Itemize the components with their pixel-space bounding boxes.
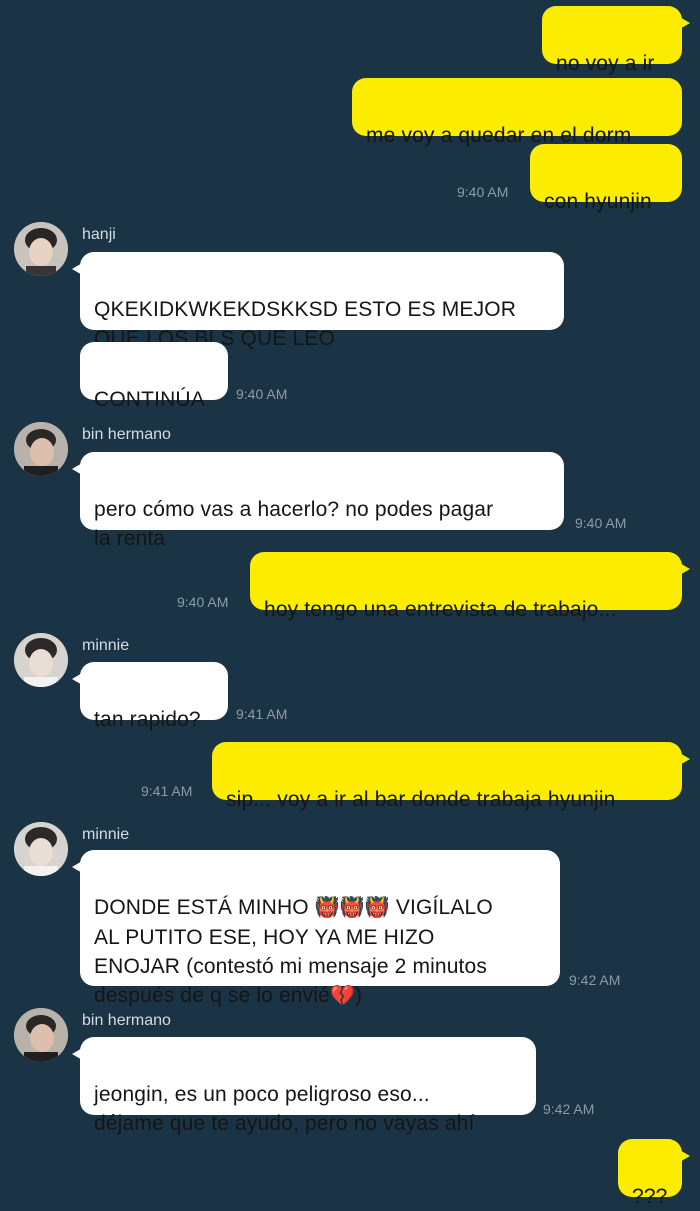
message-timestamp: 9:42 AM: [543, 1101, 595, 1117]
incoming-message[interactable]: tan rapido?: [72, 662, 228, 731]
chat-log: no voy a ir me voy a quedar en el dorm c…: [0, 0, 700, 1208]
avatar[interactable]: [14, 422, 68, 476]
message-timestamp: 9:40 AM: [177, 594, 229, 610]
message-text: sip... voy a ir al bar donde trabaja hyu…: [226, 788, 616, 811]
avatar[interactable]: [14, 222, 68, 276]
incoming-message[interactable]: QKEKIDKWKEKDSKKSD ESTO ES MEJOR QUE LOS …: [72, 252, 564, 350]
message-timestamp: 9:40 AM: [236, 386, 288, 402]
outgoing-message[interactable]: no voy a ir: [542, 6, 690, 75]
avatar-icon: [14, 222, 68, 276]
incoming-message[interactable]: jeongin, es un poco peligroso eso... déj…: [72, 1037, 536, 1135]
message-timestamp: 9:42 AM: [569, 972, 621, 988]
message-text: hoy tengo una entrevista de trabajo...: [264, 598, 617, 621]
ogre-emoji-icon: 👹👹👹: [314, 897, 390, 919]
message-text: DONDE ESTÁ MINHO: [94, 896, 315, 919]
incoming-message[interactable]: CONTINÚA: [80, 342, 228, 411]
incoming-message[interactable]: DONDE ESTÁ MINHO 👹👹👹 VIGÍLALO AL PUTITO …: [72, 850, 560, 1007]
message-text: jeongin, es un poco peligroso eso... déj…: [94, 1083, 475, 1135]
avatar-icon: [14, 422, 68, 476]
avatar-icon: [14, 1008, 68, 1062]
sender-name: hanji: [82, 226, 116, 243]
sender-name: bin hermano: [82, 426, 171, 443]
message-text: no voy a ir: [556, 52, 655, 75]
message-text: CONTINÚA: [94, 388, 205, 411]
avatar[interactable]: [14, 822, 68, 876]
avatar-icon: [14, 822, 68, 876]
sender-name: minnie: [82, 637, 130, 654]
message-text: ???: [632, 1185, 668, 1208]
outgoing-message[interactable]: ???: [618, 1139, 690, 1208]
outgoing-message[interactable]: sip... voy a ir al bar donde trabaja hyu…: [212, 742, 690, 811]
outgoing-message[interactable]: hoy tengo una entrevista de trabajo...: [250, 552, 690, 621]
message-timestamp: 9:41 AM: [141, 783, 193, 799]
avatar-icon: [14, 633, 68, 687]
message-text: pero cómo vas a hacerlo? no podes pagar …: [94, 498, 494, 550]
incoming-message[interactable]: pero cómo vas a hacerlo? no podes pagar …: [72, 452, 564, 550]
message-timestamp: 9:40 AM: [457, 184, 509, 200]
message-timestamp: 9:40 AM: [575, 515, 627, 531]
avatar[interactable]: [14, 633, 68, 687]
outgoing-message[interactable]: con hyunjin: [530, 144, 682, 213]
sender-name: minnie: [82, 826, 130, 843]
sender-name: bin hermano: [82, 1012, 171, 1029]
message-text: ): [355, 984, 363, 1007]
outgoing-message[interactable]: me voy a quedar en el dorm: [352, 78, 682, 147]
message-text: con hyunjin: [544, 190, 652, 213]
avatar[interactable]: [14, 1008, 68, 1062]
broken-heart-emoji-icon: 💔: [329, 985, 355, 1007]
message-text: tan rapido?: [94, 708, 201, 731]
message-timestamp: 9:41 AM: [236, 706, 288, 722]
